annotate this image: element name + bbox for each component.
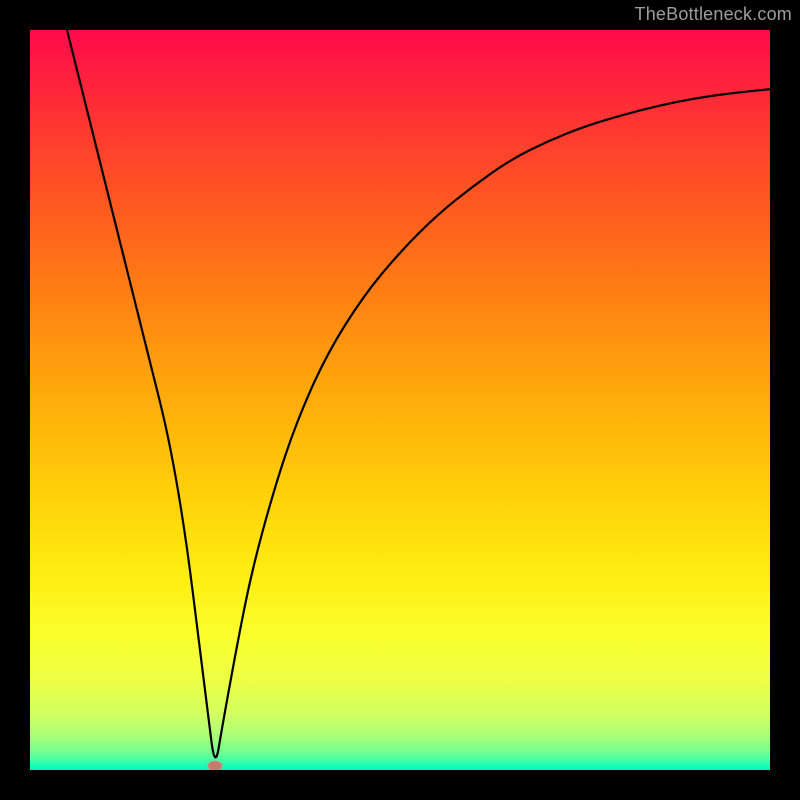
watermark-text: TheBottleneck.com — [635, 4, 792, 25]
chart-frame: TheBottleneck.com — [0, 0, 800, 800]
bottleneck-curve — [67, 30, 770, 757]
curve-layer — [30, 30, 770, 770]
optimum-point-marker — [208, 761, 222, 770]
